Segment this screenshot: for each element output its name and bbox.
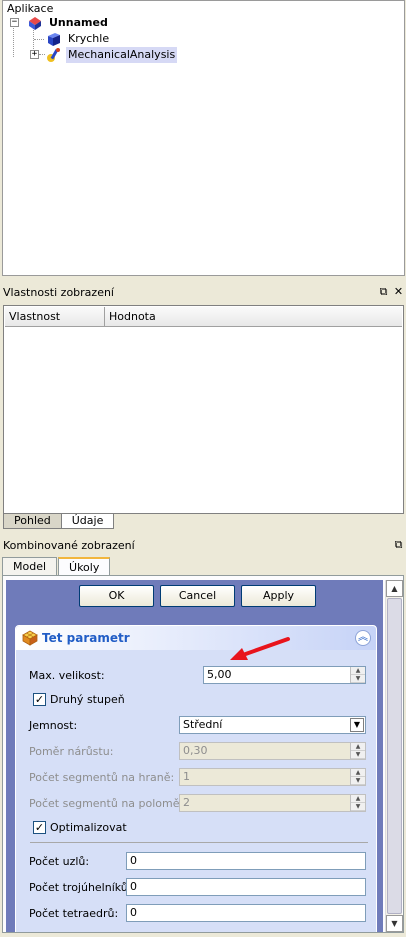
tree-header: Aplikace (7, 2, 54, 15)
tab-model[interactable]: Model (2, 557, 58, 576)
fineness-value: Střední (183, 718, 223, 731)
float-icon[interactable]: ⧉ (393, 538, 404, 552)
tab-pohled[interactable]: Pohled (3, 514, 62, 529)
optimize-checkbox[interactable]: ✓ (33, 821, 46, 834)
fineness-label: Jemnost: (29, 719, 78, 732)
annotation-arrow-icon (230, 637, 290, 660)
column-header-value[interactable]: Hodnota (105, 307, 402, 327)
spin-buttons[interactable]: ▲ ▼ (350, 795, 365, 811)
column-header-property[interactable]: Vlastnost (5, 307, 105, 327)
growth-rate-input[interactable]: 0,30 ▲ ▼ (179, 742, 366, 760)
spin-down-icon[interactable]: ▼ (351, 803, 365, 811)
spin-down-icon[interactable]: ▼ (351, 777, 365, 785)
max-size-label: Max. velikost: (29, 669, 105, 682)
panel-header[interactable]: Tet parametr ︽ (16, 626, 376, 650)
segments-radius-value: 2 (183, 796, 190, 809)
task-panel-container: OK Cancel Apply Tet parametr ︽ Max. veli… (2, 575, 404, 933)
tree-item-krychle[interactable]: Krychle (46, 31, 111, 47)
close-icon[interactable]: ✕ (393, 285, 404, 299)
nodes-field[interactable]: 0 (126, 852, 366, 870)
spin-down-icon[interactable]: ▼ (351, 751, 365, 759)
spin-buttons[interactable]: ▲ ▼ (350, 667, 365, 683)
combo-view-titlebar: Kombinované zobrazení ⧉ (0, 538, 406, 554)
tree-item-label: MechanicalAnalysis (66, 47, 178, 63)
ok-button[interactable]: OK (79, 585, 154, 607)
spin-up-icon[interactable]: ▲ (351, 667, 365, 675)
growth-rate-label: Poměr nárůstu: (29, 745, 114, 758)
scrollbar-thumb[interactable] (387, 598, 402, 914)
task-panel: OK Cancel Apply Tet parametr ︽ Max. veli… (6, 580, 383, 932)
tetrahedra-label: Počet tetraedrů: (29, 907, 119, 920)
optimize-label: Optimalizovat (50, 821, 127, 834)
tree-connector (13, 23, 14, 57)
segments-radius-input[interactable]: 2 ▲ ▼ (179, 794, 366, 812)
property-view-titlebar: Vlastnosti zobrazení ⧉ ✕ (0, 285, 406, 301)
vertical-scrollbar[interactable]: ▲ ▼ (385, 580, 403, 932)
max-size-input[interactable]: 5,00 ▲ ▼ (203, 666, 366, 684)
combo-view-title: Kombinované zobrazení (3, 539, 135, 552)
segments-edge-input[interactable]: 1 ▲ ▼ (179, 768, 366, 786)
property-table[interactable]: Vlastnost Hodnota (3, 305, 404, 514)
nodes-label: Počet uzlů: (29, 855, 90, 868)
triangles-field[interactable]: 0 (126, 878, 366, 896)
second-order-checkbox[interactable]: ✓ (33, 693, 46, 706)
tree-item-mechanicalanalysis[interactable]: MechanicalAnalysis (46, 47, 178, 63)
tree-item-label: Unnamed (49, 16, 108, 29)
tree-connector (34, 39, 44, 40)
tetrahedra-field[interactable]: 0 (126, 904, 366, 922)
tree-item-label: Krychle (68, 32, 110, 45)
dialog-buttons: OK Cancel Apply (79, 585, 316, 607)
collapse-icon[interactable]: − (10, 18, 19, 27)
fem-analysis-icon (46, 47, 62, 63)
property-view-title: Vlastnosti zobrazení (3, 286, 114, 299)
spin-up-icon[interactable]: ▲ (351, 743, 365, 751)
expand-icon[interactable]: + (30, 50, 39, 59)
tab-ukoly[interactable]: Úkoly (58, 557, 111, 577)
cancel-button[interactable]: Cancel (160, 585, 235, 607)
tree-view[interactable]: Aplikace − Unnamed Krychle + MechanicalA… (2, 0, 405, 276)
spin-up-icon[interactable]: ▲ (351, 795, 365, 803)
dropdown-arrow-icon[interactable]: ▼ (350, 718, 364, 732)
segments-edge-label: Počet segmentů na hraně: (29, 771, 175, 784)
separator (30, 842, 368, 843)
float-icon[interactable]: ⧉ (378, 285, 389, 299)
max-size-value: 5,00 (207, 668, 232, 681)
cube-icon (46, 31, 62, 47)
property-table-header: Vlastnost Hodnota (5, 307, 402, 327)
panel-title: Tet parametr (42, 631, 130, 645)
second-order-label: Druhý stupeň (50, 693, 125, 706)
tree-connector (39, 54, 45, 55)
scroll-up-icon[interactable]: ▲ (386, 580, 403, 597)
property-view-tabs: Pohled Údaje (3, 514, 115, 530)
spin-buttons[interactable]: ▲ ▼ (350, 769, 365, 785)
document-icon (27, 15, 43, 31)
scroll-down-icon[interactable]: ▼ (386, 915, 403, 932)
spin-down-icon[interactable]: ▼ (351, 675, 365, 683)
tab-udaje[interactable]: Údaje (60, 514, 115, 529)
spin-up-icon[interactable]: ▲ (351, 769, 365, 777)
fineness-select[interactable]: Střední ▼ (179, 716, 366, 734)
segments-radius-label: Počet segmentů na poloměru: (29, 797, 195, 810)
tree-item-unnamed[interactable]: Unnamed (27, 15, 110, 31)
apply-button[interactable]: Apply (241, 585, 316, 607)
collapse-chevron-icon[interactable]: ︽ (355, 630, 371, 646)
spin-buttons[interactable]: ▲ ▼ (350, 743, 365, 759)
combo-view-tabs: Model Úkoly (2, 557, 111, 577)
segments-edge-value: 1 (183, 770, 190, 783)
tet-parameter-panel: Tet parametr ︽ Max. velikost: 5,00 ▲ ▼ ✓ … (15, 625, 377, 932)
growth-rate-value: 0,30 (183, 744, 208, 757)
triangles-label: Počet trojúhelníků: (29, 881, 132, 894)
mesh-icon (22, 630, 38, 646)
